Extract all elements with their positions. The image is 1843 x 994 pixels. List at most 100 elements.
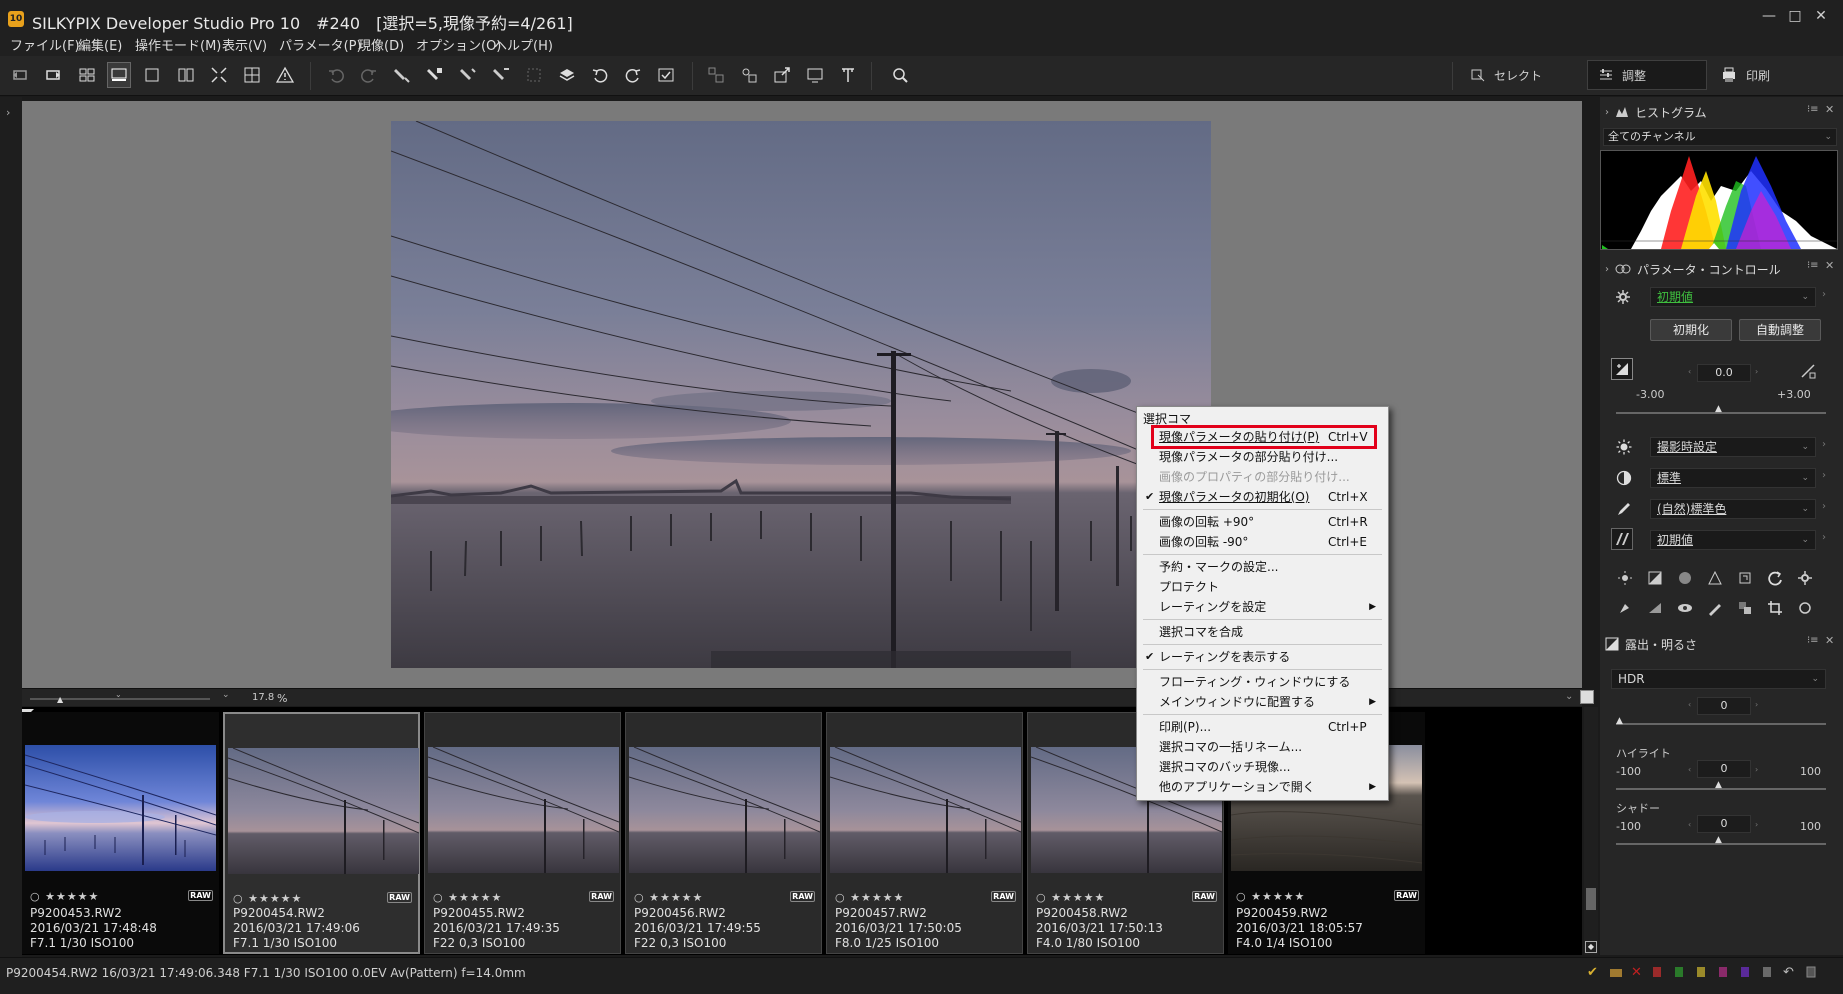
menu-item-floating-window[interactable]: フローティング・ウィンドウにする xyxy=(1137,672,1388,692)
brush-tool-icon[interactable] xyxy=(1705,598,1725,618)
decrement-icon[interactable]: ‹ xyxy=(1688,820,1691,829)
exposure-brightness-header[interactable]: 露出・明るさ xyxy=(1605,634,1837,654)
menu-help[interactable]: ヘルプ(H) xyxy=(494,35,553,54)
increment-icon[interactable]: › xyxy=(1755,367,1758,376)
menu-operation-mode[interactable]: 操作モード(M) xyxy=(135,35,221,54)
menu-item-set-rating[interactable]: レーティングを設定 ▶ xyxy=(1137,597,1388,617)
menu-item-dock-main-window[interactable]: メインウィンドウに配置する ▶ xyxy=(1137,692,1388,712)
thumbnail-item[interactable]: ○ ★★★★★ RAW P9200453.RW2 2016/03/21 17:4… xyxy=(22,712,219,954)
highlight-slider-thumb[interactable]: ▲ xyxy=(1715,780,1722,790)
preset-dropdown[interactable]: 初期値 ⌄ xyxy=(1650,287,1816,307)
panel-menu-icon[interactable]: ⁝≡ xyxy=(1807,260,1819,271)
label-gray-icon[interactable] xyxy=(1761,965,1777,981)
preview-strip-view-icon[interactable] xyxy=(107,62,131,88)
rating-stars[interactable]: ○ ★★★★★ xyxy=(30,890,99,903)
zoom-value[interactable]: 17.8 xyxy=(252,692,274,703)
menu-item-partial-paste[interactable]: 現像パラメータの部分貼り付け... xyxy=(1137,447,1388,467)
monitor-icon[interactable] xyxy=(803,62,827,88)
brightness-tool-icon[interactable] xyxy=(1615,568,1635,588)
thumbnail-item[interactable]: ○ ★★★★★ RAW P9200455.RW2 2016/03/21 17:4… xyxy=(424,712,621,954)
white-balance-sun-icon[interactable] xyxy=(1613,436,1635,458)
label-purple-icon[interactable] xyxy=(1739,965,1755,981)
eye-tool-icon[interactable] xyxy=(1675,598,1695,618)
exposure-slider-thumb[interactable]: ▲ xyxy=(1715,404,1722,414)
increment-icon[interactable]: › xyxy=(1755,765,1758,774)
rotate-right-icon[interactable] xyxy=(621,62,645,88)
rating-stars[interactable]: ○ ★★★★★ xyxy=(1236,890,1305,903)
param-control-header[interactable]: › パラメータ・コントロール xyxy=(1605,259,1837,279)
settings-tool-icon[interactable] xyxy=(1795,568,1815,588)
mode-tab-select[interactable]: セレクト xyxy=(1460,60,1570,90)
auto-adjust-button[interactable]: 自動調整 xyxy=(1739,319,1821,341)
menu-edit[interactable]: 編集(E) xyxy=(78,35,122,54)
thumbnail-item-selected[interactable]: ○ ★★★★★ RAW P9200454.RW2 2016/03/21 17:4… xyxy=(223,712,420,954)
mode-tab-print[interactable]: 印刷 xyxy=(1710,60,1820,90)
partial-paste-icon[interactable] xyxy=(456,62,480,88)
dropdown-side-arrow-icon[interactable]: › xyxy=(1822,532,1826,543)
sharpness-icon[interactable] xyxy=(1611,528,1633,550)
collapse-chevron-icon[interactable]: › xyxy=(1605,264,1609,275)
hdr-value[interactable]: 0 xyxy=(1697,697,1751,715)
single-view-icon[interactable] xyxy=(140,62,164,88)
menu-item-reset-params[interactable]: ✔ 現像パラメータの初期化(O) Ctrl+X xyxy=(1137,487,1388,507)
exposure-icon[interactable] xyxy=(1611,358,1633,380)
close-button[interactable]: ✕ xyxy=(1810,8,1832,26)
lens-correct-icon[interactable] xyxy=(1795,598,1815,618)
folder-icon[interactable] xyxy=(1609,965,1625,981)
grid-view-icon[interactable] xyxy=(75,62,99,88)
collapse-chevron-icon[interactable]: › xyxy=(1605,107,1609,118)
decrement-icon[interactable]: ‹ xyxy=(1688,367,1691,376)
rotate-left-icon[interactable] xyxy=(588,62,612,88)
exposure-tool-icon[interactable] xyxy=(1645,568,1665,588)
zoom-slider-thumb[interactable]: ▲ xyxy=(57,695,63,704)
tone-dropdown[interactable]: 標準 ⌄ xyxy=(1650,468,1816,488)
sharpness-dropdown[interactable]: 初期値 ⌄ xyxy=(1650,530,1816,550)
check-mark-icon[interactable]: ✔ xyxy=(1587,965,1603,981)
label-red-icon[interactable] xyxy=(1651,965,1667,981)
decrement-icon[interactable]: ‹ xyxy=(1688,700,1691,709)
hdr-slider[interactable] xyxy=(1616,723,1826,725)
undo-mark-icon[interactable]: ↶ xyxy=(1783,965,1799,981)
exposure-value[interactable]: 0.0 xyxy=(1697,364,1751,382)
initialize-button[interactable]: 初期化 xyxy=(1650,319,1732,341)
rating-stars[interactable]: ○ ★★★★★ xyxy=(835,891,904,904)
minimize-button[interactable]: — xyxy=(1758,8,1780,26)
color-pen-icon[interactable] xyxy=(1613,498,1635,520)
develop-queue-icon[interactable] xyxy=(704,62,728,88)
panel-close-icon[interactable]: ✕ xyxy=(1825,103,1834,116)
white-balance-dropdown[interactable]: 撮影時設定 ⌄ xyxy=(1650,437,1816,457)
grid-overlay-icon[interactable] xyxy=(240,62,264,88)
menu-item-print[interactable]: 印刷(P)... Ctrl+P xyxy=(1137,717,1388,737)
mark-check-icon[interactable] xyxy=(654,62,678,88)
menu-parameter[interactable]: パラメータ(P) xyxy=(279,35,362,54)
menu-item-mark-settings[interactable]: 予約・マークの設定... xyxy=(1137,557,1388,577)
shadow-slider-thumb[interactable]: ▲ xyxy=(1715,835,1722,845)
paste-params-icon[interactable] xyxy=(423,62,447,88)
label-yellow-icon[interactable] xyxy=(1695,965,1711,981)
gradient-tool-icon[interactable] xyxy=(1705,568,1725,588)
dropdown-side-arrow-icon[interactable]: › xyxy=(1822,289,1826,300)
panel-close-icon[interactable]: ✕ xyxy=(1825,634,1834,647)
search-icon[interactable] xyxy=(888,62,912,88)
dropdown-side-arrow-icon[interactable]: › xyxy=(1822,501,1826,512)
dodge-tool-icon[interactable] xyxy=(1675,568,1695,588)
label-green-icon[interactable] xyxy=(1673,965,1689,981)
zoom-dropdown-icon[interactable]: ⌄ xyxy=(222,690,230,700)
add-icon[interactable]: ◆ xyxy=(1585,941,1597,953)
menu-item-merge-frames[interactable]: 選択コマを合成 xyxy=(1137,622,1388,642)
rating-stars[interactable]: ○ ★★★★★ xyxy=(634,891,703,904)
panel-menu-icon[interactable]: ⁝≡ xyxy=(1807,635,1819,646)
menu-options[interactable]: オプション(O) xyxy=(416,35,501,54)
menu-item-show-rating[interactable]: ✔ レーティングを表示する xyxy=(1137,647,1388,667)
increment-icon[interactable]: › xyxy=(1755,820,1758,829)
crop-select-icon[interactable] xyxy=(522,62,546,88)
frame-tool-icon[interactable] xyxy=(1735,568,1755,588)
rotate-tool-icon[interactable] xyxy=(1765,568,1785,588)
expand-left-icon[interactable]: › xyxy=(6,106,10,119)
hdr-mode-dropdown[interactable]: HDR ⌄ xyxy=(1611,669,1826,689)
menu-item-protect[interactable]: プロテクト xyxy=(1137,577,1388,597)
mode-tab-adjust[interactable]: 調整 xyxy=(1587,60,1707,90)
dropdown-side-arrow-icon[interactable]: › xyxy=(1822,470,1826,481)
menu-item-batch-develop[interactable]: 選択コマのバッチ現像... xyxy=(1137,757,1388,777)
menu-item-rotate-plus90[interactable]: 画像の回転 +90° Ctrl+R xyxy=(1137,512,1388,532)
